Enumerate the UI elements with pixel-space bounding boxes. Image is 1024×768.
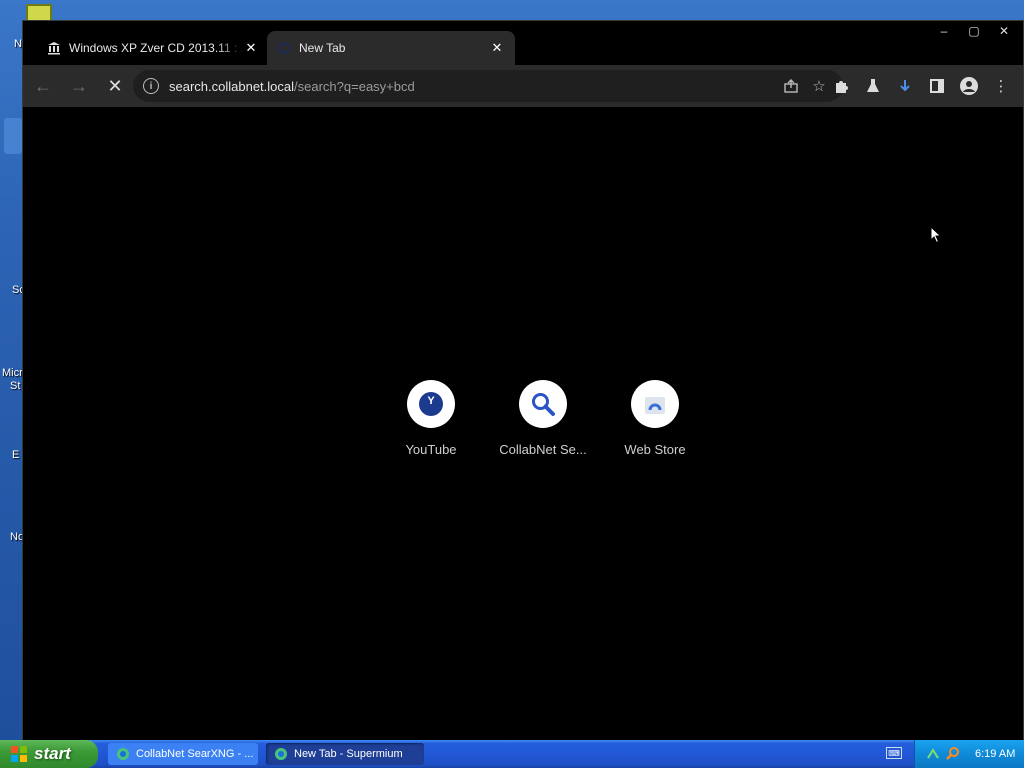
task-label: New Tab - Supermium <box>294 748 403 760</box>
tab-new-tab[interactable]: New Tab ✕ <box>267 31 515 65</box>
share-icon[interactable] <box>777 72 805 100</box>
profile-avatar-icon[interactable] <box>953 70 985 102</box>
youtube-letter-icon: Y <box>407 380 455 428</box>
desktop-icon-label[interactable]: Micr <box>2 367 23 379</box>
labs-flask-icon[interactable] <box>857 70 889 102</box>
windows-flag-icon <box>10 745 28 763</box>
taskbar: start CollabNet SearXNG - ... New Tab - … <box>0 740 1024 768</box>
browser-window: Windows XP Zver CD 2013.11 : Zve ✕ New T… <box>22 20 1024 741</box>
shortcut-label: CollabNet Se... <box>499 442 587 457</box>
clock: 6:19 AM <box>975 748 1016 760</box>
tab-strip: Windows XP Zver CD 2013.11 : Zve ✕ New T… <box>23 21 1023 65</box>
start-label: start <box>34 744 71 763</box>
task-label: CollabNet SearXNG - ... <box>136 748 254 760</box>
shortcut-youtube[interactable]: Y YouTube <box>375 380 487 457</box>
web-store-icon <box>631 380 679 428</box>
minimize-button[interactable]: ‒ <box>929 21 959 41</box>
network-icon[interactable] <box>925 746 941 762</box>
maximize-button[interactable]: ▢ <box>959 21 989 41</box>
loading-spinner-icon <box>277 41 291 55</box>
shortcut-label: Web Store <box>624 442 686 457</box>
menu-kebab-icon[interactable]: ⋮ <box>985 70 1017 102</box>
update-arrow-icon[interactable] <box>889 70 921 102</box>
browser-globe-icon <box>116 747 130 761</box>
shortcut-tiles: Y YouTube CollabNet Se... Web Store <box>375 380 711 457</box>
back-arrow-icon[interactable]: ← <box>27 70 59 102</box>
start-button[interactable]: start <box>0 740 98 768</box>
taskbar-item-new-tab[interactable]: New Tab - Supermium <box>266 743 424 765</box>
close-button[interactable]: ✕ <box>989 21 1019 41</box>
desktop-icon-label[interactable]: E <box>12 449 19 461</box>
mouse-pointer-icon <box>930 225 942 244</box>
system-tray: 6:19 AM <box>914 740 1024 768</box>
tab-title: New Tab <box>299 41 346 55</box>
forward-arrow-icon[interactable]: → <box>63 70 95 102</box>
tab-title: Windows XP Zver CD 2013.11 : Zve <box>69 41 243 55</box>
desktop-icon-label[interactable]: N <box>14 38 22 50</box>
tab-windows-xp[interactable]: Windows XP Zver CD 2013.11 : Zve ✕ <box>37 31 269 65</box>
browser-globe-icon <box>274 747 288 761</box>
window-controls: ‒ ▢ ✕ <box>929 21 1019 41</box>
youtube-letter: Y <box>427 395 435 407</box>
tab-close-icon[interactable]: ✕ <box>243 40 259 56</box>
desktop-icon-label[interactable]: St <box>10 380 20 392</box>
search-tray-icon[interactable] <box>945 746 961 762</box>
shortcut-web-store[interactable]: Web Store <box>599 380 711 457</box>
extensions-puzzle-icon[interactable] <box>825 70 857 102</box>
archive-institution-icon <box>47 41 61 55</box>
browser-toolbar: ← → ✕ i search.collabnet.local/search?q=… <box>23 65 1023 107</box>
keyboard-language-icon[interactable]: ⌨ <box>886 747 902 759</box>
search-magnifier-icon <box>519 380 567 428</box>
site-info-icon[interactable]: i <box>143 78 159 94</box>
side-panel-icon[interactable] <box>921 70 953 102</box>
new-tab-page: Y YouTube CollabNet Se... Web Store <box>23 107 1023 741</box>
url-host: search.collabnet.local <box>169 78 295 94</box>
taskbar-item-collabnet[interactable]: CollabNet SearXNG - ... <box>108 743 258 765</box>
address-url[interactable]: search.collabnet.local/search?q=easy+bcd <box>169 79 777 94</box>
shortcut-collabnet-search[interactable]: CollabNet Se... <box>487 380 599 457</box>
url-path: /search?q=easy+bcd <box>294 78 415 94</box>
tab-close-icon[interactable]: ✕ <box>489 40 505 56</box>
stop-loading-icon[interactable]: ✕ <box>99 70 131 102</box>
address-bar[interactable]: i search.collabnet.local/search?q=easy+b… <box>133 70 843 102</box>
shortcut-label: YouTube <box>405 442 457 457</box>
desktop-shortcut-icon[interactable] <box>4 118 22 154</box>
extensions-area: ⋮ <box>825 70 1017 102</box>
